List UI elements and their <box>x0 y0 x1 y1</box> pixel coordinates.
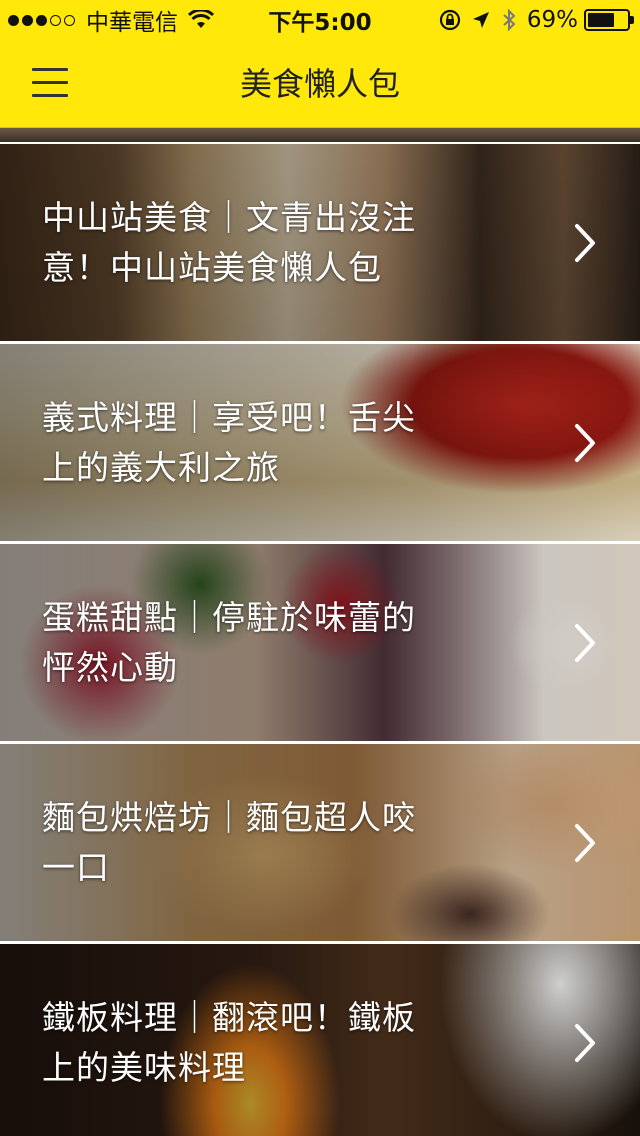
list-item[interactable]: 中山站美食｜文青出沒注意！中山站美食懶人包 <box>0 144 640 344</box>
battery-percent: 69% <box>526 7 578 33</box>
bluetooth-icon <box>503 8 516 32</box>
list-item-title: 鐵板料理｜翻滾吧！鐵板上的美味料理 <box>42 997 416 1087</box>
list-item-title: 蛋糕甜點｜停駐於味蕾的怦然心動 <box>42 597 416 687</box>
article-list: 中山站美食｜文青出沒注意！中山站美食懶人包 義式料理｜享受吧！舌尖上的義大利之旅… <box>0 128 640 1136</box>
battery-icon <box>584 9 634 31</box>
list-item[interactable]: 麵包烘焙坊｜麵包超人咬一口 <box>0 744 640 944</box>
list-item[interactable]: 鐵板料理｜翻滾吧！鐵板上的美味料理 <box>0 944 640 1136</box>
list-item-title: 麵包烘焙坊｜麵包超人咬一口 <box>42 797 416 887</box>
hamburger-menu-icon[interactable] <box>24 62 74 106</box>
list-item[interactable]: 義式料理｜享受吧！舌尖上的義大利之旅 <box>0 344 640 544</box>
chevron-right-icon <box>575 223 595 262</box>
navigation-bar: 美食懶人包 <box>0 40 640 128</box>
chevron-right-icon <box>575 423 595 462</box>
previous-row-edge <box>0 128 640 144</box>
list-item-title: 中山站美食｜文青出沒注意！中山站美食懶人包 <box>42 197 416 287</box>
location-arrow-icon <box>472 12 489 28</box>
page-title: 美食懶人包 <box>239 65 400 103</box>
status-bar: 中華電信 下午5:00 69% <box>0 0 640 40</box>
rotation-lock-icon <box>439 9 460 31</box>
list-item-title: 義式料理｜享受吧！舌尖上的義大利之旅 <box>42 397 416 487</box>
chevron-right-icon <box>575 1023 595 1062</box>
status-right: 69% <box>439 0 634 40</box>
list-item[interactable]: 蛋糕甜點｜停駐於味蕾的怦然心動 <box>0 544 640 744</box>
battery-fill <box>588 13 614 27</box>
chevron-right-icon <box>575 623 595 662</box>
chevron-right-icon <box>575 823 595 862</box>
